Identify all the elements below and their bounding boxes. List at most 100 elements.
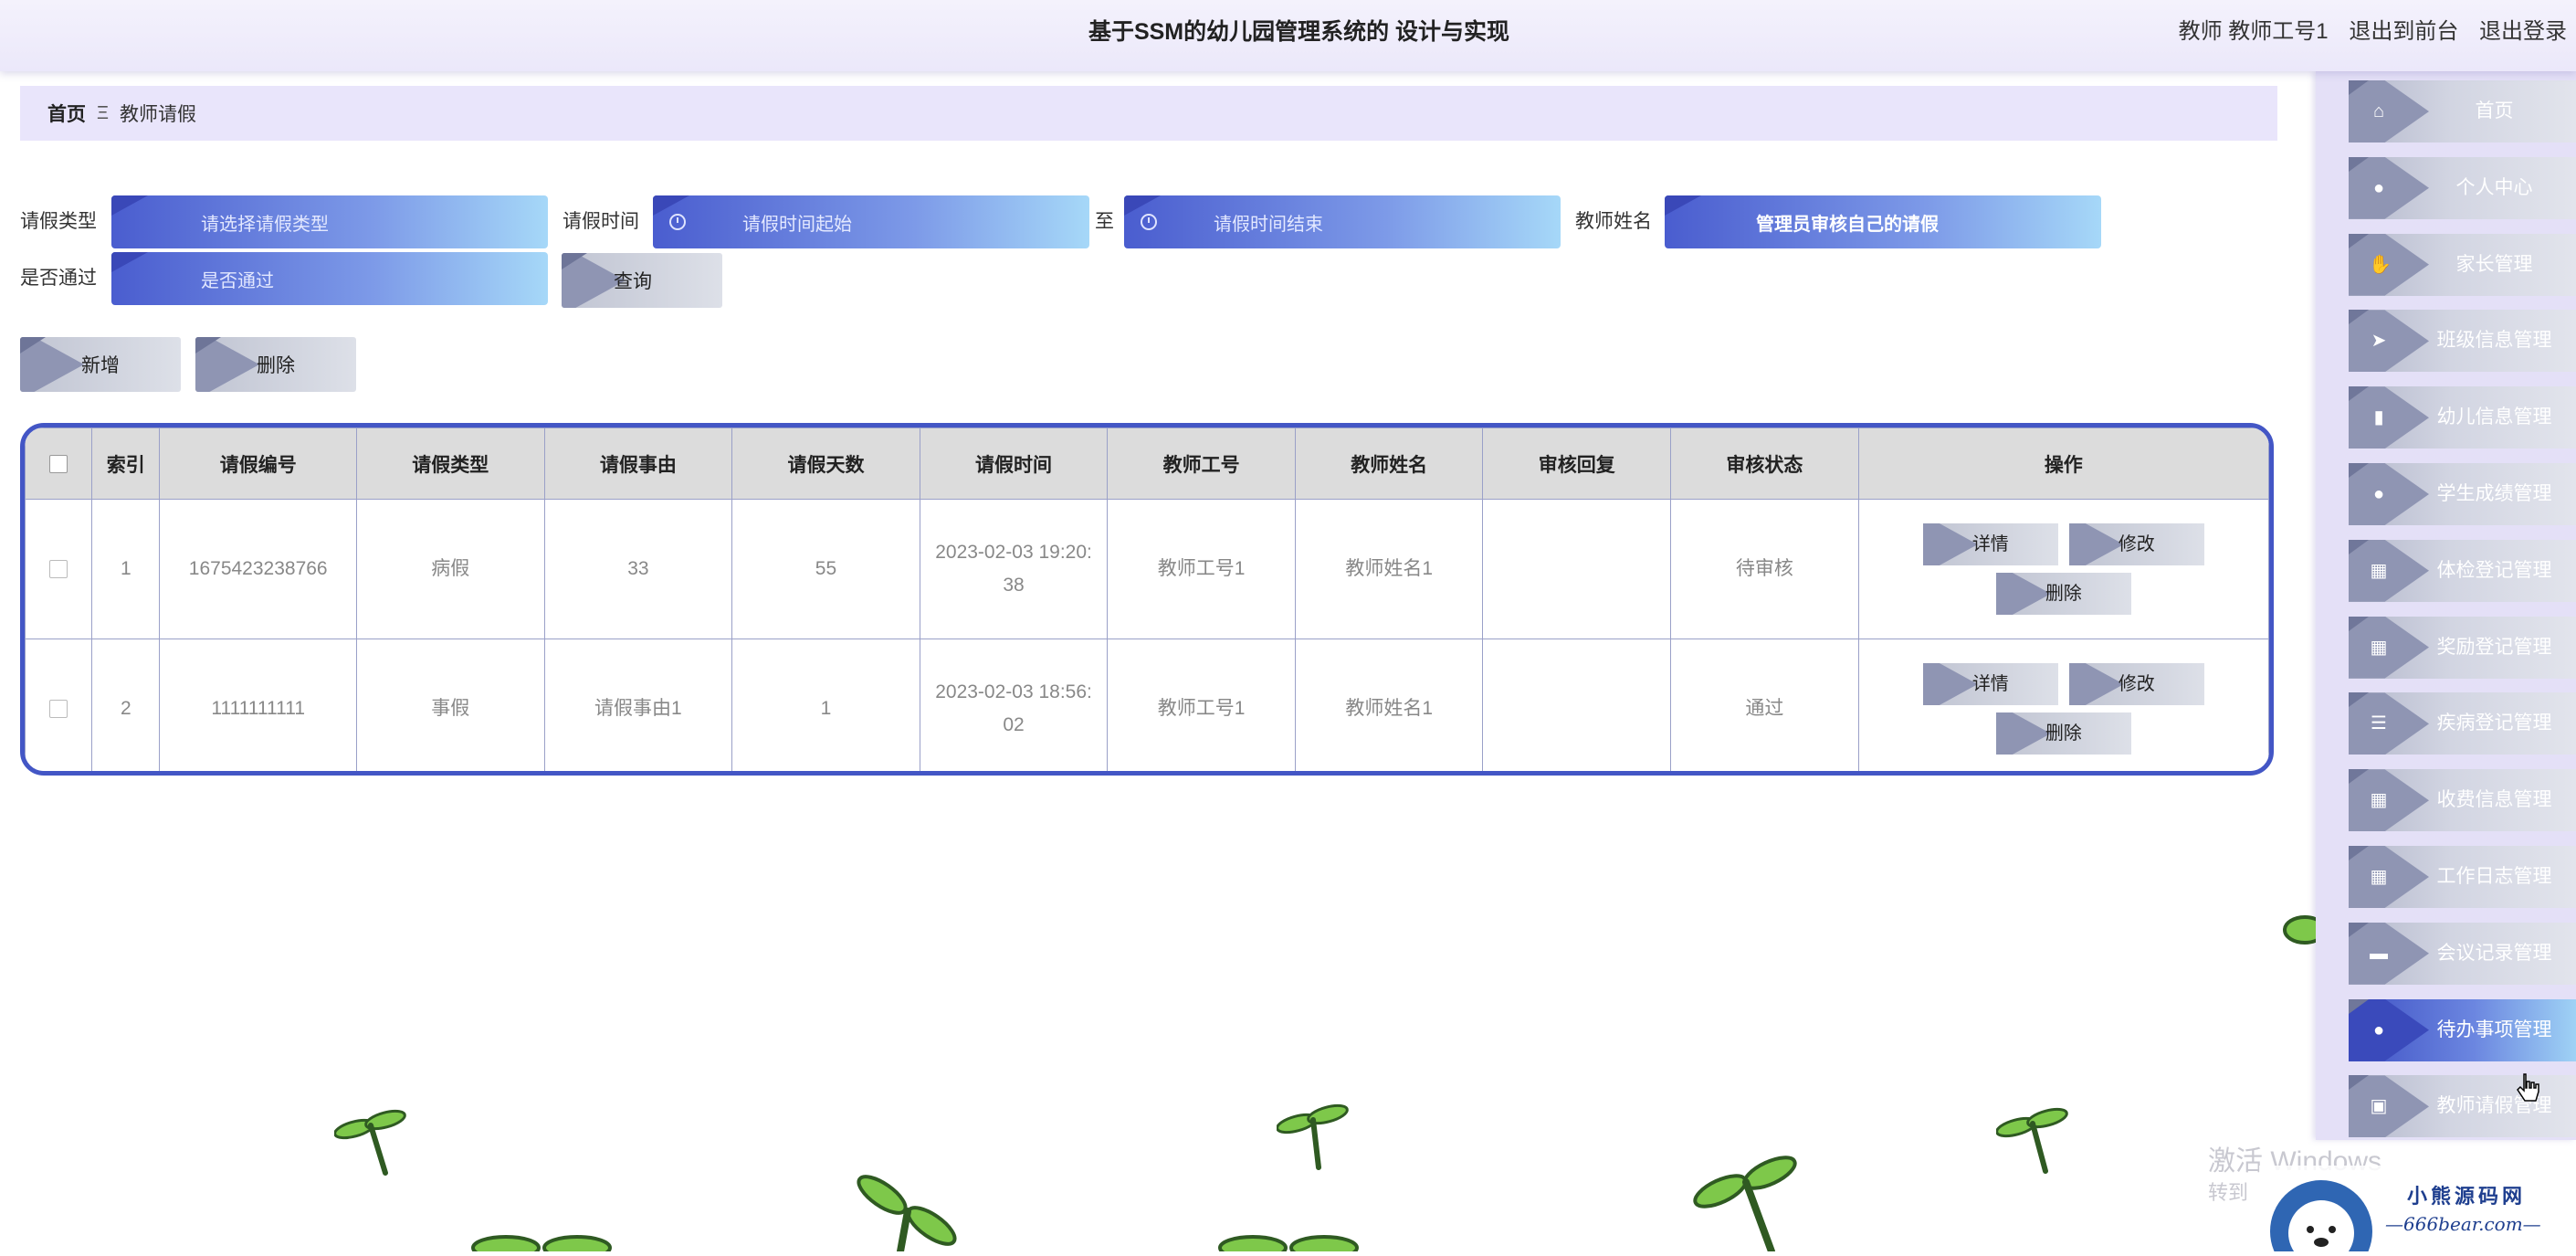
home-icon: ⌂ — [2372, 101, 2385, 121]
query-button-label: 查询 — [614, 271, 652, 292]
sidebar-item[interactable]: ➤ 班级信息管理 — [2349, 310, 2576, 373]
cell-index: 2 — [91, 639, 161, 771]
row-select-cell[interactable] — [25, 499, 93, 639]
column-header: 请假编号 — [159, 427, 358, 500]
detail-button[interactable]: 详情 — [1922, 523, 2058, 565]
sidebar-item[interactable]: ▣ 教师请假管理 — [2349, 1075, 2576, 1138]
sidebar-item[interactable]: ▦ 工作日志管理 — [2349, 846, 2576, 908]
approved-select[interactable]: 是否通过 — [111, 252, 548, 305]
cell-code: 1111111111 — [159, 639, 358, 771]
field-notch — [111, 195, 148, 216]
batch-delete-button[interactable]: 删除 — [195, 337, 356, 392]
select-all-cell[interactable] — [25, 427, 93, 500]
row-delete-button-label: 删除 — [2045, 723, 2082, 744]
printer-icon: ▬ — [2370, 943, 2388, 964]
sidebar-item-label: 收费信息管理 — [2436, 789, 2552, 811]
sidebar-item-label: 奖励登记管理 — [2436, 636, 2552, 658]
sidebar-item[interactable]: ● 个人中心 — [2349, 156, 2576, 219]
exit-to-front-link[interactable]: 退出到前台 — [2349, 19, 2458, 44]
query-button[interactable]: 查询 — [562, 253, 722, 308]
send-icon: ➤ — [2371, 331, 2387, 352]
leave-time-start-placeholder: 请假时间起始 — [742, 214, 852, 235]
detail-button-label: 详情 — [1971, 674, 2009, 694]
column-header: 请假类型 — [356, 427, 545, 500]
column-header: 请假事由 — [543, 427, 733, 500]
sidebar-item[interactable]: ● 待办事项管理 — [2349, 998, 2576, 1061]
cell-days: 55 — [731, 499, 920, 639]
button-decoration — [1995, 712, 2051, 755]
sidebar-item-corner — [2349, 80, 2369, 95]
column-header: 审核状态 — [1670, 427, 1859, 500]
pointer-cursor-icon — [2517, 1073, 2539, 1102]
list-icon: ☰ — [2371, 713, 2387, 734]
breadcrumb-home[interactable]: 首页 — [47, 100, 86, 127]
cell-status: 待审核 — [1670, 499, 1859, 639]
cell-teacher-no: 教师工号1 — [1107, 639, 1296, 771]
leave-type-select[interactable]: 请选择请假类型 — [111, 195, 548, 248]
teacher-name-value: 管理员审核自己的请假 — [1756, 214, 1939, 235]
cell-teacher-name: 教师姓名1 — [1294, 639, 1484, 771]
row-select-cell[interactable] — [25, 639, 93, 771]
row-checkbox[interactable] — [49, 560, 68, 579]
clock-icon — [1141, 214, 1157, 230]
propeller-decoration — [471, 1235, 612, 1251]
breadcrumb-current: 教师请假 — [120, 104, 196, 125]
sidebar-item[interactable]: ▬ 会议记录管理 — [2349, 922, 2576, 985]
leave-table: 索引 请假编号 请假类型 请假事由 请假天数 请假时间 教师工号 教师姓名 审核… — [20, 423, 2274, 776]
sidebar-item[interactable]: ● 学生成绩管理 — [2349, 463, 2576, 525]
thumbs-up-icon: ✋ — [2369, 254, 2392, 275]
sidebar-item-corner — [2349, 769, 2369, 785]
site-logo: 小熊源码网 —666bear.com— — [2259, 1166, 2576, 1256]
sidebar-item[interactable]: ▦ 体检登记管理 — [2349, 539, 2576, 602]
row-checkbox[interactable] — [49, 700, 68, 719]
sidebar-item-corner — [2349, 310, 2369, 325]
sidebar-item[interactable]: ▮ 幼儿信息管理 — [2349, 386, 2576, 449]
cell-actions: 详情 修改 删除 — [1857, 639, 2269, 771]
cell-time: 2023-02-03 19:20:38 — [919, 499, 1109, 639]
sidebar-item[interactable]: ▦ 奖励登记管理 — [2349, 616, 2576, 679]
edit-button[interactable]: 修改 — [2068, 523, 2204, 565]
field-notch — [1665, 195, 1701, 216]
grid-icon: ▦ — [2370, 790, 2388, 811]
approved-placeholder: 是否通过 — [201, 270, 274, 291]
sidebar-item-label: 个人中心 — [2455, 176, 2533, 198]
sidebar-item[interactable]: ✋ 家长管理 — [2349, 233, 2576, 296]
sidebar-item-corner — [2349, 846, 2369, 860]
add-button-label: 新增 — [81, 355, 120, 376]
sidebar-item-corner — [2349, 463, 2369, 478]
sidebar-item[interactable]: ☰ 疾病登记管理 — [2349, 692, 2576, 755]
leave-time-label: 请假时间 — [563, 211, 639, 232]
sidebar-item-corner — [2349, 692, 2369, 708]
leave-time-end-input[interactable]: 请假时间结束 — [1124, 195, 1561, 248]
logout-link[interactable]: 退出登录 — [2479, 19, 2567, 44]
logo-url: —666bear.com— — [2385, 1213, 2541, 1235]
button-corner — [20, 337, 46, 354]
cell-type: 事假 — [356, 639, 545, 771]
grid-icon: ▦ — [2370, 637, 2388, 658]
row-delete-button[interactable]: 删除 — [1995, 712, 2131, 755]
leave-time-start-input[interactable]: 请假时间起始 — [653, 195, 1089, 248]
select-all-checkbox[interactable] — [49, 454, 68, 473]
edit-button-label: 修改 — [2118, 674, 2155, 694]
leave-time-end-placeholder: 请假时间结束 — [1214, 214, 1323, 235]
cell-reply — [1482, 499, 1672, 639]
button-decoration — [1922, 663, 1978, 705]
detail-button[interactable]: 详情 — [1922, 663, 2058, 705]
lightbulb-icon: ● — [2372, 484, 2385, 504]
sidebar-item[interactable]: ▦ 收费信息管理 — [2349, 769, 2576, 832]
sidebar-item-label: 家长管理 — [2455, 253, 2533, 275]
sidebar-item[interactable]: ⌂ 首页 — [2349, 80, 2576, 142]
sidebar-item-label: 班级信息管理 — [2436, 330, 2552, 352]
button-decoration — [1995, 573, 2051, 615]
teacher-name-input[interactable]: 管理员审核自己的请假 — [1665, 195, 2101, 248]
edit-button[interactable]: 修改 — [2068, 663, 2204, 705]
sidebar-item-corner — [2349, 922, 2369, 937]
row-delete-button[interactable]: 删除 — [1995, 573, 2131, 615]
column-header: 操作 — [1857, 427, 2269, 500]
add-button[interactable]: 新增 — [20, 337, 181, 392]
table-row: 2 1111111111 事假 请假事由1 1 2023-02-03 18:56… — [25, 639, 2269, 771]
sidebar-item-corner — [2349, 1075, 2369, 1091]
sidebar-item-corner — [2349, 616, 2369, 631]
cell-actions: 详情 修改 删除 — [1857, 499, 2269, 639]
cell-reason: 33 — [543, 499, 733, 639]
